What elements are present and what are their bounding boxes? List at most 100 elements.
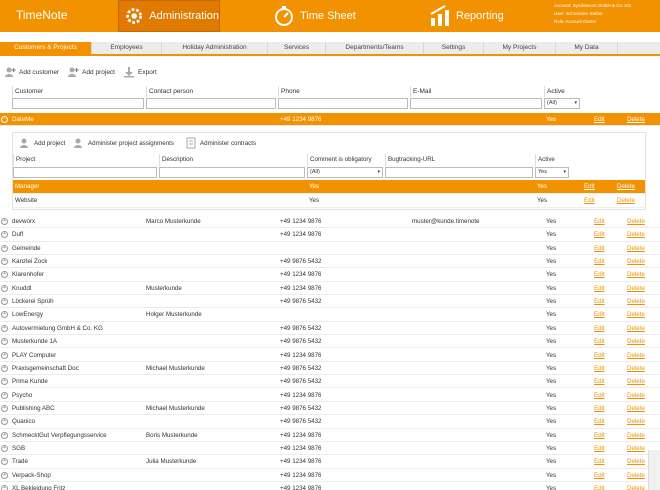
delete-link[interactable]: Delete bbox=[627, 429, 645, 442]
edit-link[interactable]: Edit bbox=[584, 180, 595, 193]
delete-link[interactable]: Delete bbox=[627, 228, 645, 241]
table-row[interactable]: + Verpack-Shop +49 1234 9876 Yes Edit Delete bbox=[0, 469, 660, 482]
filter-active-select[interactable]: (All) ▾ bbox=[544, 98, 580, 109]
edit-link[interactable]: Edit bbox=[594, 455, 605, 468]
expand-icon[interactable]: + bbox=[1, 471, 8, 479]
filter-comment-select[interactable]: (All) ▾ bbox=[307, 167, 383, 178]
table-row[interactable]: + Musterkunde 1A +49 9876 5432 Yes Edit Delet… bbox=[0, 335, 660, 349]
edit-link[interactable]: Edit bbox=[594, 335, 605, 348]
edit-link[interactable]: Edit bbox=[594, 429, 605, 442]
expand-icon[interactable]: + bbox=[1, 218, 8, 225]
expand-icon[interactable]: + bbox=[1, 431, 8, 439]
edit-link[interactable]: Edit bbox=[594, 295, 605, 308]
edit-link[interactable]: Edit bbox=[594, 113, 605, 126]
delete-link[interactable]: Delete bbox=[627, 469, 645, 482]
edit-link[interactable]: Edit bbox=[594, 349, 605, 362]
table-row[interactable]: + SchmecktGut Verpflegungsservice Boris Mu… bbox=[0, 429, 660, 442]
project-row[interactable]: Website Yes Yes Edit Delete bbox=[13, 194, 645, 208]
add-customer-button[interactable]: Add customer bbox=[4, 66, 59, 78]
col-project[interactable]: Project bbox=[13, 154, 159, 166]
edit-link[interactable]: Edit bbox=[584, 194, 595, 207]
export-button[interactable]: Export bbox=[123, 66, 157, 78]
table-row[interactable]: + Prima Kunde +49 9876 5432 Yes Edit Delete bbox=[0, 375, 660, 389]
expand-icon[interactable]: + bbox=[1, 404, 8, 412]
delete-link[interactable]: Delete bbox=[627, 389, 645, 402]
delete-link[interactable]: Delete bbox=[627, 308, 645, 321]
delete-link[interactable]: Delete bbox=[627, 282, 645, 295]
tab-holiday-administration[interactable]: Holiday Administration bbox=[162, 42, 268, 54]
expand-icon[interactable]: + bbox=[1, 244, 8, 252]
delete-link[interactable]: Delete bbox=[627, 455, 645, 468]
col-project-active[interactable]: Active bbox=[535, 154, 571, 166]
delete-link[interactable]: Delete bbox=[627, 255, 645, 268]
table-row[interactable]: + Praxisgemeinschaft Doc Michael Musterkun… bbox=[0, 362, 660, 376]
table-row[interactable]: + XL Bekleidung Fritz +49 1234 9876 Yes Edit… bbox=[0, 482, 660, 490]
administer-assignments-button[interactable]: Administer project assignments bbox=[73, 137, 174, 149]
filter-contact-input[interactable] bbox=[146, 98, 276, 109]
expand-icon[interactable]: + bbox=[1, 418, 8, 426]
table-row[interactable]: + Löckerei Sprüh +49 9876 5432 Yes Edit Delet… bbox=[0, 295, 660, 309]
tab-departments-teams[interactable]: Departments/Teams bbox=[326, 42, 424, 54]
delete-link[interactable]: Delete bbox=[627, 415, 645, 428]
table-row[interactable]: + SGB +49 1234 9876 Yes Edit Delete bbox=[0, 442, 660, 456]
expand-icon[interactable]: + bbox=[1, 485, 8, 490]
expand-icon[interactable]: + bbox=[1, 338, 8, 346]
filter-customer-input[interactable] bbox=[12, 98, 144, 109]
expand-icon[interactable]: + bbox=[1, 351, 8, 359]
add-project-sub-button[interactable]: Add project bbox=[19, 137, 65, 149]
expand-icon[interactable]: + bbox=[1, 298, 8, 306]
tab-my-data[interactable]: My Data bbox=[556, 42, 618, 54]
col-comment-obligatory[interactable]: Comment is obligatory bbox=[307, 154, 385, 166]
table-row[interactable]: + devworx Marco Musterkunde +49 1234 9876 mu… bbox=[0, 215, 660, 229]
edit-link[interactable]: Edit bbox=[594, 268, 605, 281]
delete-link[interactable]: Delete bbox=[617, 194, 635, 207]
edit-link[interactable]: Edit bbox=[594, 389, 605, 402]
edit-link[interactable]: Edit bbox=[594, 415, 605, 428]
scrollbar[interactable] bbox=[648, 450, 660, 490]
expand-icon[interactable]: + bbox=[1, 258, 8, 266]
edit-link[interactable]: Edit bbox=[594, 469, 605, 482]
delete-link[interactable]: Delete bbox=[627, 322, 645, 335]
delete-link[interactable]: Delete bbox=[627, 242, 645, 255]
expand-icon[interactable]: + bbox=[1, 364, 8, 372]
collapse-icon[interactable]: − bbox=[1, 116, 8, 123]
col-description[interactable]: Description bbox=[159, 154, 307, 166]
tab-employees[interactable]: Employees bbox=[92, 42, 162, 54]
edit-link[interactable]: Edit bbox=[594, 402, 605, 415]
edit-link[interactable]: Edit bbox=[594, 308, 605, 321]
expand-icon[interactable]: + bbox=[1, 458, 8, 466]
edit-link[interactable]: Edit bbox=[594, 255, 605, 268]
delete-link[interactable]: Delete bbox=[627, 402, 645, 415]
table-row[interactable]: + Klarenhofer +49 1234 9876 Yes Edit Delete bbox=[0, 268, 660, 282]
tab-settings[interactable]: Settings bbox=[424, 42, 484, 54]
expand-icon[interactable]: + bbox=[1, 284, 8, 292]
delete-link[interactable]: Delete bbox=[627, 349, 645, 362]
table-row[interactable]: + Psycho +49 1234 9876 Yes Edit Delete bbox=[0, 389, 660, 402]
col-active[interactable]: Active bbox=[544, 86, 582, 97]
table-row[interactable]: + Trade Julia Musterkunde +49 1234 9876 Yes E… bbox=[0, 455, 660, 469]
edit-link[interactable]: Edit bbox=[594, 215, 605, 228]
filter-description-input[interactable] bbox=[159, 167, 305, 178]
col-bugtracking-url[interactable]: Bugtracking-URL bbox=[385, 154, 535, 166]
table-row[interactable]: + Kanzlei Zock +49 9876 5432 Yes Edit Delete bbox=[0, 255, 660, 269]
expand-icon[interactable]: + bbox=[1, 271, 8, 279]
table-row[interactable]: + Publishing ABC Michael Musterkunde +49 98… bbox=[0, 402, 660, 416]
delete-link[interactable]: Delete bbox=[627, 335, 645, 348]
expand-icon[interactable]: + bbox=[1, 378, 8, 386]
expand-icon[interactable]: + bbox=[1, 311, 8, 319]
edit-link[interactable]: Edit bbox=[594, 362, 605, 375]
delete-link[interactable]: Delete bbox=[627, 215, 645, 228]
delete-link[interactable]: Delete bbox=[627, 482, 645, 490]
nav-administration[interactable]: Administration bbox=[118, 0, 220, 32]
table-row[interactable]: + Duff +49 1234 9876 Yes Edit Delete bbox=[0, 228, 660, 242]
col-email[interactable]: E-Mail bbox=[410, 86, 544, 97]
add-project-button[interactable]: Add project bbox=[67, 66, 115, 78]
nav-time-sheet[interactable]: Time Sheet bbox=[272, 0, 372, 32]
table-row[interactable]: + Autovermietung GmbH & Co. KG +49 9876 54… bbox=[0, 322, 660, 336]
table-row[interactable]: + Quanico +49 9876 5432 Yes Edit Delete bbox=[0, 415, 660, 429]
filter-project-input[interactable] bbox=[13, 167, 157, 178]
filter-email-input[interactable] bbox=[410, 98, 542, 109]
table-row[interactable]: + Knuddl Musterkunde +49 1234 9876 Yes Edit De… bbox=[0, 282, 660, 296]
expand-icon[interactable]: + bbox=[1, 231, 8, 239]
expand-icon[interactable]: + bbox=[1, 324, 8, 332]
